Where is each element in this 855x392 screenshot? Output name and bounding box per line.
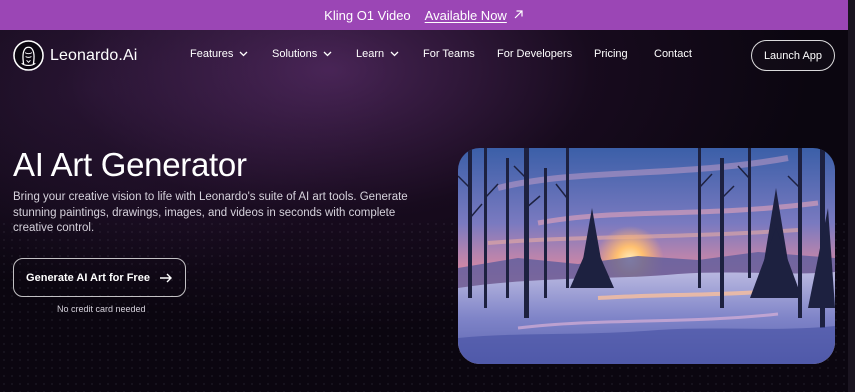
nav-item-label: Solutions xyxy=(272,48,318,60)
logo[interactable]: Leonardo.Ai xyxy=(13,40,137,71)
snowy-forest-illustration xyxy=(458,148,835,364)
nav-item-label: For Developers xyxy=(497,48,573,60)
logo-text: Leonardo.Ai xyxy=(50,46,138,64)
nav-item-label: Pricing xyxy=(594,48,628,60)
chevron-down-icon xyxy=(239,51,248,57)
hero-section: Leonardo.Ai Features Solutions Learn For… xyxy=(0,30,848,392)
announcement-bar: Kling O1 Video Available Now xyxy=(0,0,848,30)
page-title: AI Art Generator xyxy=(13,146,247,183)
launch-app-button[interactable]: Launch App xyxy=(751,40,835,71)
arrow-right-icon xyxy=(159,273,172,282)
generate-art-button[interactable]: Generate AI Art for Free xyxy=(13,258,186,297)
chevron-down-icon xyxy=(390,51,399,57)
hero-subtitle: Bring your creative vision to life with … xyxy=(13,191,408,234)
nav-item-label: Contact xyxy=(654,48,692,60)
nav-item-pricing[interactable]: Pricing xyxy=(594,48,628,60)
nav-item-for-teams[interactable]: For Teams xyxy=(423,48,475,60)
nav-item-learn[interactable]: Learn xyxy=(356,48,399,60)
arrow-up-right-icon[interactable] xyxy=(513,8,524,23)
nav-item-features[interactable]: Features xyxy=(190,48,248,60)
leonardo-logo-icon xyxy=(13,40,44,71)
announcement-text: Kling O1 Video xyxy=(324,7,411,23)
announcement-link[interactable]: Available Now xyxy=(425,8,507,23)
nav-item-label: For Teams xyxy=(423,48,475,60)
nav-item-for-developers[interactable]: For Developers xyxy=(497,48,572,60)
nav-item-label: Learn xyxy=(356,48,385,60)
no-credit-card-note: No credit card needed xyxy=(57,304,146,314)
nav-item-solutions[interactable]: Solutions xyxy=(272,48,332,60)
chevron-down-icon xyxy=(323,51,332,57)
hero-image xyxy=(458,148,835,364)
generate-art-button-label: Generate AI Art for Free xyxy=(26,271,150,284)
nav-item-contact[interactable]: Contact xyxy=(654,48,692,60)
scrollbar[interactable] xyxy=(848,0,855,392)
top-navigation: Leonardo.Ai Features Solutions Learn For… xyxy=(0,30,848,82)
nav-item-label: Features xyxy=(190,48,234,60)
